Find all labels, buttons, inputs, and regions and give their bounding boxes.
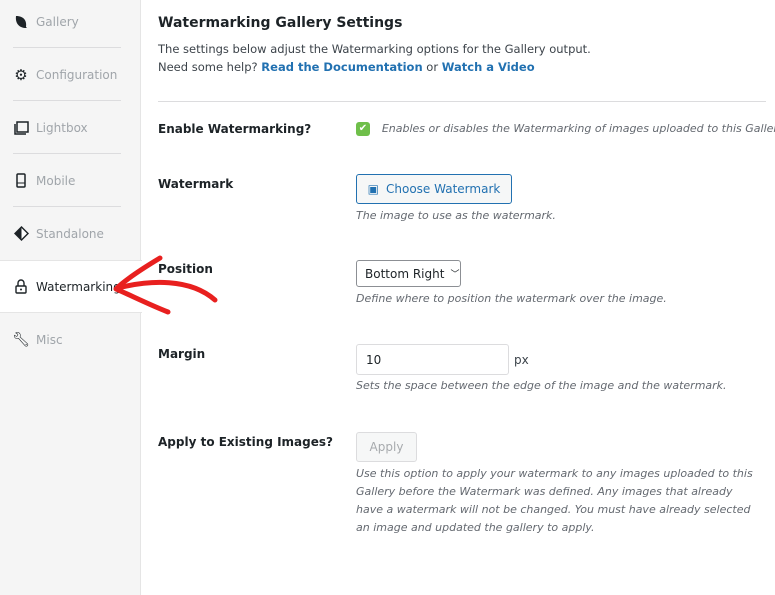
sidebar-item-mobile[interactable]: Mobile <box>0 154 141 207</box>
intro-text: The settings below adjust the Watermarki… <box>158 42 591 74</box>
enable-description: Enables or disables the Watermarking of … <box>381 122 775 135</box>
video-link[interactable]: Watch a Video <box>442 60 535 74</box>
page-title: Watermarking Gallery Settings <box>158 15 403 31</box>
apply-button[interactable]: Apply <box>356 432 417 462</box>
margin-label: Margin <box>158 347 206 361</box>
margin-unit: px <box>514 352 529 367</box>
sidebar-item-standalone[interactable]: Standalone <box>0 207 141 260</box>
mobile-icon <box>13 173 29 189</box>
position-select[interactable]: Bottom Right ﹀ <box>356 260 461 287</box>
enable-watermarking-checkbox[interactable]: ✔ <box>356 121 370 136</box>
sidebar-item-misc[interactable]: 🔧︎ Misc <box>0 313 141 366</box>
chevron-down-icon: ﹀ <box>450 270 460 280</box>
sidebar-item-configuration[interactable]: ⚙ Configuration <box>0 48 141 101</box>
sidebar-item-gallery[interactable]: Gallery <box>0 0 141 48</box>
margin-input[interactable]: 10 <box>356 344 509 375</box>
position-description: Define where to position the watermark o… <box>356 292 667 305</box>
sidebar-item-lightbox[interactable]: Lightbox <box>0 101 141 154</box>
settings-sidebar: Gallery ⚙ Configuration Lightbox Mobile S… <box>0 0 142 595</box>
lightbox-icon <box>13 120 29 136</box>
apply-label: Apply to Existing Images? <box>158 435 333 449</box>
watermark-label: Watermark <box>158 177 234 191</box>
watermark-description: The image to use as the watermark. <box>356 209 556 222</box>
sidebar-item-watermarking[interactable]: Watermarking <box>0 260 142 313</box>
gear-icon: ⚙ <box>14 65 28 84</box>
lock-icon <box>13 279 29 295</box>
documentation-link[interactable]: Read the Documentation <box>261 60 422 74</box>
image-icon: ▣ <box>367 182 380 196</box>
wrench-icon: 🔧︎ <box>12 331 30 348</box>
choose-watermark-button[interactable]: ▣ Choose Watermark <box>356 174 512 204</box>
margin-description: Sets the space between the edge of the i… <box>356 379 727 392</box>
divider <box>158 101 766 102</box>
enable-label: Enable Watermarking? <box>158 122 312 136</box>
standalone-icon <box>13 226 29 242</box>
leaf-icon <box>13 14 29 30</box>
apply-description: Use this option to apply your watermark … <box>356 467 753 534</box>
position-label: Position <box>158 262 213 276</box>
